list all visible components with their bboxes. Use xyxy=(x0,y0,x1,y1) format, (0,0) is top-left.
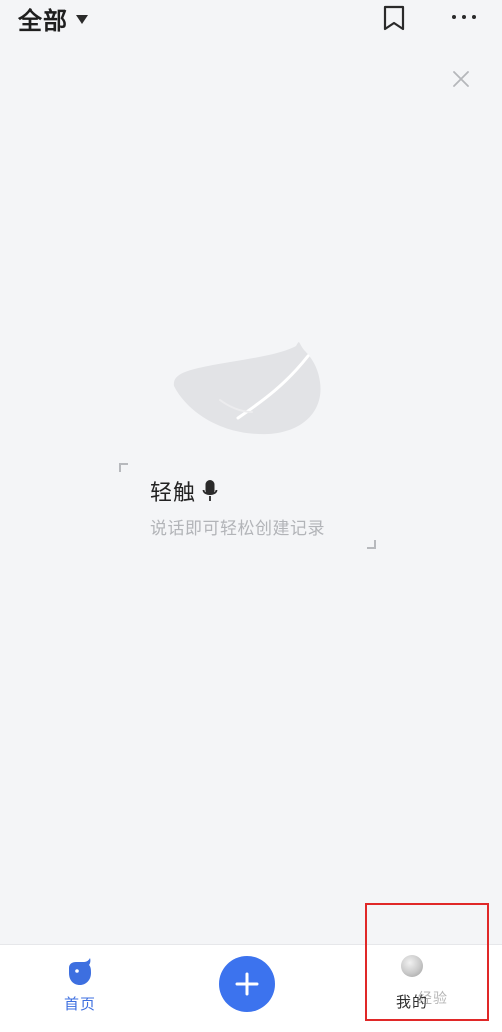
more-dots-icon xyxy=(462,15,466,19)
voice-subtitle: 说话即可轻松创建记录 xyxy=(150,519,325,539)
plus-icon xyxy=(235,972,259,996)
bookmark-button[interactable] xyxy=(378,2,410,34)
caret-down-icon xyxy=(76,14,88,24)
close-button[interactable] xyxy=(448,66,474,92)
watermark: 经验 xyxy=(418,991,448,1007)
tab-home[interactable]: 首页 xyxy=(52,957,108,1017)
filter-dropdown[interactable]: 全部 xyxy=(18,0,88,36)
whale-icon xyxy=(69,958,91,985)
feather-illustration xyxy=(173,342,321,435)
tab-home-label: 首页 xyxy=(63,995,96,1013)
tab-mine[interactable]: 我的 xyxy=(380,955,444,1019)
voice-title-row: 轻触 xyxy=(150,476,370,506)
more-dots-icon xyxy=(472,15,476,19)
more-button[interactable] xyxy=(444,2,484,32)
close-icon xyxy=(453,71,469,87)
add-button[interactable] xyxy=(219,956,275,1012)
bookmark-icon xyxy=(383,5,405,31)
avatar xyxy=(401,955,423,977)
microphone-icon xyxy=(202,480,218,501)
more-dots-icon xyxy=(452,15,456,19)
voice-input-prompt[interactable]: 轻触 说话即可轻松创建记录 xyxy=(150,476,370,542)
corner-bracket xyxy=(119,463,128,472)
voice-title: 轻触 xyxy=(150,481,197,506)
top-bar: 全部 xyxy=(0,0,502,40)
filter-label: 全部 xyxy=(18,6,68,35)
